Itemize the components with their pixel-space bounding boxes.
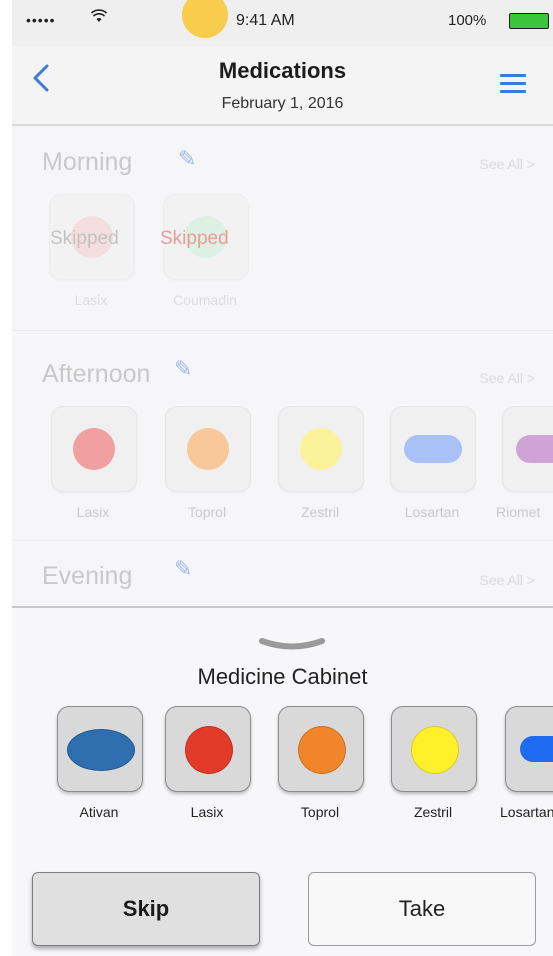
wifi-icon xyxy=(90,9,108,27)
med-name-label: Zestril xyxy=(300,504,340,520)
battery-icon xyxy=(509,13,549,29)
afternoon-med-card-zestril[interactable] xyxy=(278,406,364,492)
pill-icon xyxy=(67,729,135,771)
skipped-status: Skipped xyxy=(50,228,119,249)
medicine-cabinet-title: Medicine Cabinet xyxy=(197,664,368,689)
afternoon-med-card-riomet[interactable] xyxy=(502,406,553,492)
battery-percent: 100% xyxy=(448,12,487,29)
status-bar: ••••• 9:41 AM 100% xyxy=(12,0,553,46)
med-name-label: Lasix xyxy=(190,804,224,820)
edit-evening-pencil-icon[interactable]: ✎ xyxy=(174,556,192,582)
pill-icon xyxy=(298,726,346,774)
med-name-label: Ativan xyxy=(79,804,119,820)
page-title: Medications xyxy=(218,58,347,83)
evening-see-all-link[interactable]: See All > xyxy=(479,572,535,588)
schedule-list[interactable]: Morning ✎ See All > Skipped Lasix Skippe… xyxy=(12,126,553,606)
pill-icon xyxy=(411,726,459,774)
morning-see-all-link[interactable]: See All > xyxy=(479,156,535,172)
list-menu-icon[interactable] xyxy=(500,74,526,94)
edit-afternoon-pencil-icon[interactable]: ✎ xyxy=(174,356,192,382)
edit-morning-pencil-icon[interactable]: ✎ xyxy=(178,146,196,172)
pill-icon xyxy=(300,428,342,470)
skip-button[interactable]: Skip xyxy=(32,872,260,946)
cabinet-med-card-losartan[interactable] xyxy=(505,706,553,792)
evening-section: Evening ✎ See All > xyxy=(12,540,553,606)
pill-icon xyxy=(73,428,115,470)
cabinet-med-card-zestril[interactable] xyxy=(391,706,477,792)
cabinet-med-card-toprol[interactable] xyxy=(278,706,364,792)
morning-section: Morning ✎ See All > Skipped Lasix Skippe… xyxy=(12,126,553,331)
morning-title: Morning xyxy=(42,148,133,176)
pill-icon xyxy=(516,435,553,463)
med-name-label: Toprol xyxy=(187,504,227,520)
med-name-label: Zestril xyxy=(413,804,453,820)
afternoon-see-all-link[interactable]: See All > xyxy=(479,370,535,386)
afternoon-med-card-lasix[interactable] xyxy=(51,406,137,492)
med-name-label: Losartan xyxy=(404,504,460,520)
afternoon-section: Afternoon ✎ See All > Lasix Toprol Zestr… xyxy=(12,330,553,541)
signal-strength: ••••• xyxy=(26,12,56,28)
afternoon-title: Afternoon xyxy=(42,360,151,388)
med-name-label: Lasix xyxy=(76,504,110,520)
page-margin xyxy=(0,0,12,956)
med-name-label: Toprol xyxy=(300,804,340,820)
sun-icon xyxy=(182,0,228,38)
med-name-label: Lasix xyxy=(74,292,108,308)
afternoon-med-card-losartan[interactable] xyxy=(390,406,476,492)
navigation-bar: Medications February 1, 2016 xyxy=(12,46,553,126)
take-button[interactable]: Take xyxy=(308,872,536,946)
afternoon-med-card-toprol[interactable] xyxy=(165,406,251,492)
status-time: 9:41 AM xyxy=(236,12,295,29)
pill-icon xyxy=(520,736,553,762)
med-name-label: Losartan xyxy=(500,804,553,820)
pill-icon xyxy=(185,726,233,774)
evening-title: Evening xyxy=(42,562,133,590)
page-date: February 1, 2016 xyxy=(221,95,344,112)
cabinet-med-card-lasix[interactable] xyxy=(165,706,251,792)
med-name-label: Riomet xyxy=(496,504,541,520)
phone-screen: ••••• 9:41 AM 100% Medications February … xyxy=(12,0,553,956)
pill-icon xyxy=(404,435,462,463)
drawer-handle-icon[interactable] xyxy=(258,638,326,652)
pill-icon xyxy=(187,428,229,470)
cabinet-med-card-ativan[interactable] xyxy=(57,706,143,792)
skipped-status: Skipped xyxy=(160,228,229,249)
med-name-label: Coumadin xyxy=(173,292,237,308)
